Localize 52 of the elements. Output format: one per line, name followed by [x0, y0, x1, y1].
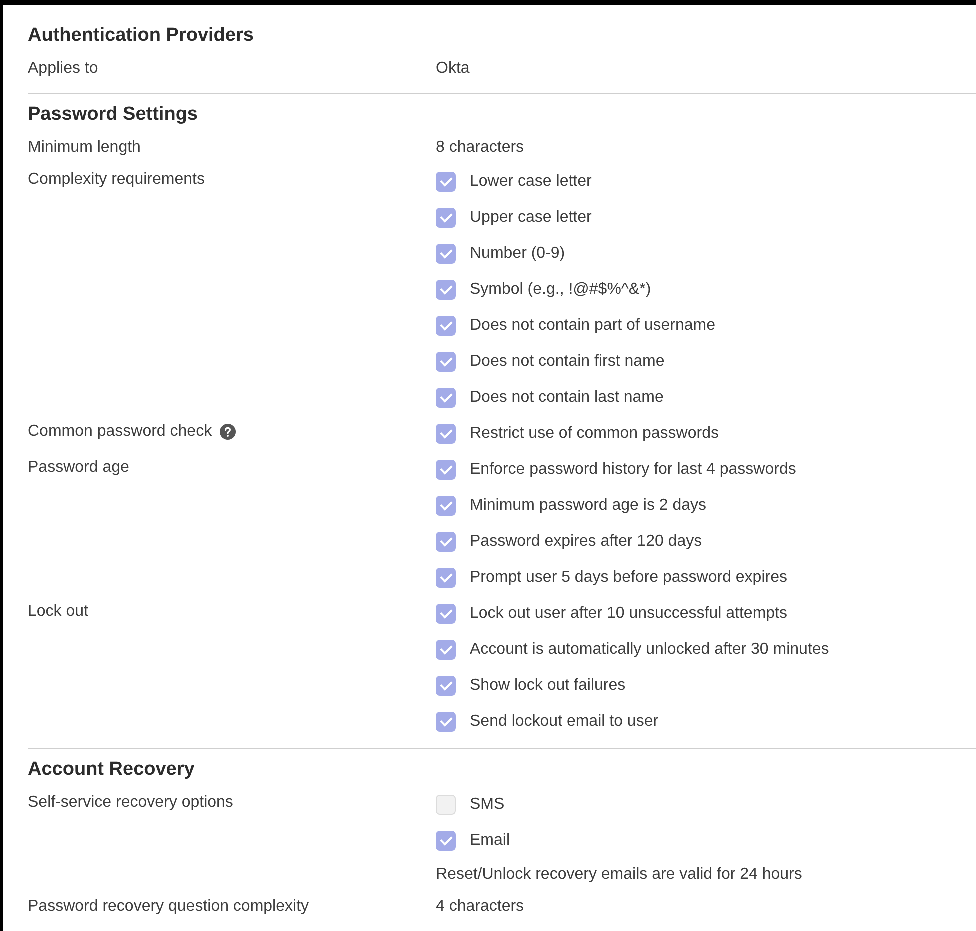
- checkbox-label: Send lockout email to user: [470, 713, 659, 731]
- setting-label: Minimum length: [28, 138, 141, 158]
- checkbox-label: Password expires after 120 days: [470, 533, 702, 551]
- checkbox[interactable]: [436, 712, 456, 732]
- checkbox[interactable]: [436, 424, 456, 444]
- checkbox-label: SMS: [470, 796, 505, 814]
- checkbox-label: Prompt user 5 days before password expires: [470, 569, 788, 587]
- setting-label: Password recovery question complexity: [28, 897, 310, 917]
- checkbox[interactable]: [436, 496, 456, 516]
- checkbox[interactable]: [436, 316, 456, 336]
- checkbox-label: Account is automatically unlocked after 30 minutes: [470, 641, 830, 659]
- setting-label: Complexity requirements: [28, 170, 205, 190]
- help-icon[interactable]: [220, 424, 236, 440]
- checkbox-label: Upper case letter: [470, 209, 592, 227]
- checkbox-label: Does not contain part of username: [470, 317, 716, 335]
- checkbox[interactable]: [436, 795, 456, 815]
- checkbox-label: Number (0-9): [470, 245, 566, 263]
- checkbox-label: Minimum password age is 2 days: [470, 497, 707, 515]
- checkbox[interactable]: [436, 388, 456, 408]
- checkbox-label: Does not contain first name: [470, 353, 665, 371]
- setting-label: Self-service recovery options: [28, 793, 234, 813]
- setting-label: Lock out: [28, 602, 88, 622]
- checkbox-label: Symbol (e.g., !@#$%^&*): [470, 281, 652, 299]
- checkbox[interactable]: [436, 831, 456, 851]
- setting-value: Okta: [436, 59, 471, 79]
- checkbox[interactable]: [436, 532, 456, 552]
- section-heading: Account Recovery: [28, 758, 195, 782]
- checkbox[interactable]: [436, 172, 456, 192]
- checkbox-label: Enforce password history for last 4 passwords: [470, 461, 796, 479]
- checkbox-label: Lower case letter: [470, 173, 592, 191]
- setting-value: 8 characters: [436, 138, 526, 158]
- checkbox-label: Does not contain last name: [470, 389, 664, 407]
- checkbox[interactable]: [436, 460, 456, 480]
- checkbox-label: Lock out user after 10 unsuccessful attempts: [470, 605, 788, 623]
- checkbox[interactable]: [436, 568, 456, 588]
- setting-label: Password age: [28, 458, 130, 478]
- setting-value: 4 characters: [436, 897, 526, 917]
- checkbox[interactable]: [436, 280, 456, 300]
- setting-value: Reset/Unlock recovery emails are valid for 24 hours: [436, 865, 804, 885]
- checkbox[interactable]: [436, 604, 456, 624]
- checkbox[interactable]: [436, 640, 456, 660]
- checkbox[interactable]: [436, 244, 456, 264]
- checkbox-label: Show lock out failures: [470, 677, 626, 695]
- section-heading: Authentication Providers: [28, 24, 254, 48]
- checkbox[interactable]: [436, 676, 456, 696]
- checkbox[interactable]: [436, 208, 456, 228]
- checkbox-label: Restrict use of common passwords: [470, 425, 719, 443]
- section-heading: Password Settings: [28, 103, 198, 127]
- checkbox-label: Email: [470, 832, 510, 850]
- setting-label: Common password check: [28, 422, 212, 442]
- setting-label: Applies to: [28, 59, 98, 79]
- checkbox[interactable]: [436, 352, 456, 372]
